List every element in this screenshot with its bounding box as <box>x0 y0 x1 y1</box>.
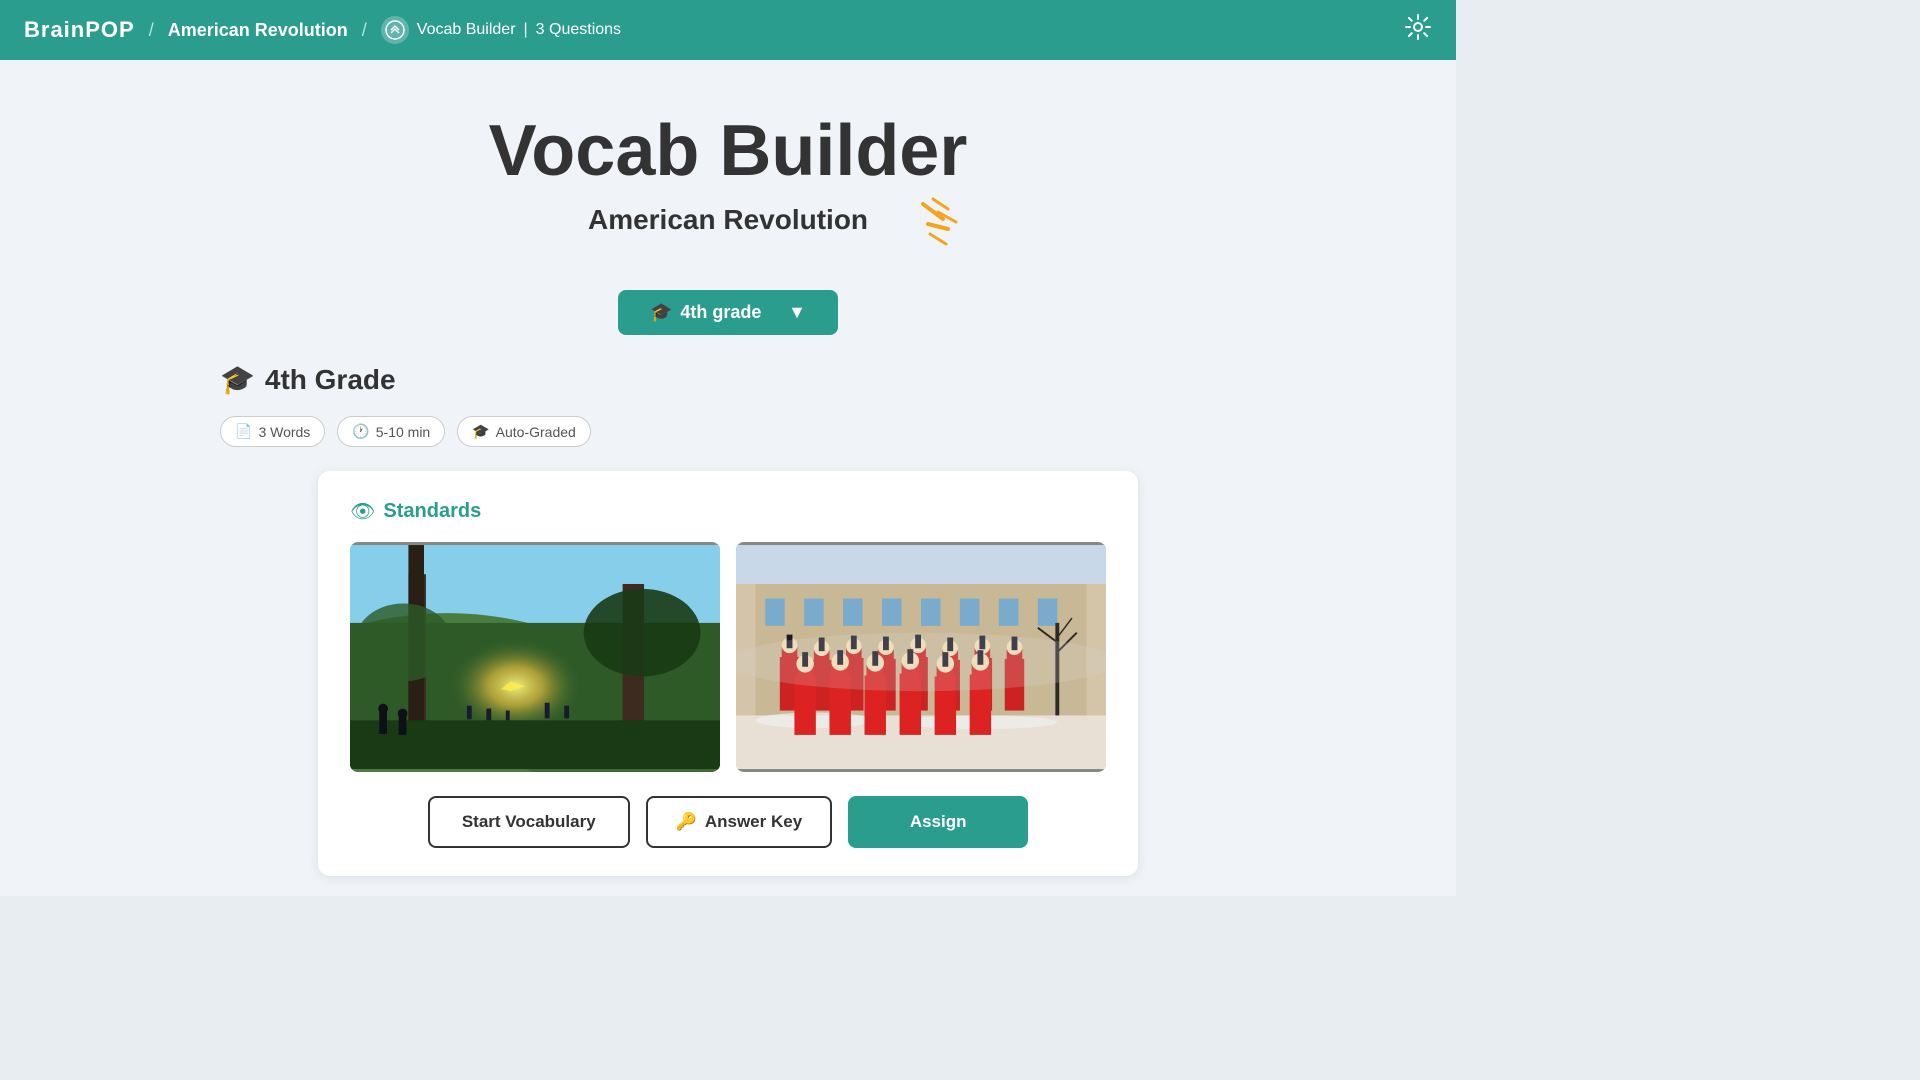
soldiers-scene <box>736 542 1106 772</box>
grade-dropdown[interactable]: 🎓 4th grade ▼ <box>618 290 838 335</box>
clock-icon: 🕐 <box>352 423 369 440</box>
spark-decoration <box>868 194 958 264</box>
answer-key-button[interactable]: 🔑 Answer Key <box>646 796 833 848</box>
assign-button[interactable]: Assign <box>848 796 1028 848</box>
words-badge-label: 3 Words <box>258 424 310 440</box>
settings-icon[interactable] <box>1404 13 1432 48</box>
graded-badge: 🎓 Auto-Graded <box>457 416 591 447</box>
standards-title: Standards <box>383 500 481 523</box>
header: BrainPOP / American Revolution / Vocab B… <box>0 0 1456 60</box>
words-icon: 📄 <box>235 423 252 440</box>
vocab-card: 👁 Standards <box>318 471 1138 876</box>
brainpop-logo[interactable]: BrainPOP <box>24 17 135 43</box>
time-badge-label: 5-10 min <box>376 424 430 440</box>
badges-row: 📄 3 Words 🕐 5-10 min 🎓 Auto-Graded <box>220 416 591 447</box>
answer-key-label: Answer Key <box>705 812 802 832</box>
separator-2: / <box>362 20 367 41</box>
grade-label-left: 🎓 4th grade <box>650 302 761 323</box>
forest-battle-scene <box>350 542 720 772</box>
grade-heading-label: 4th Grade <box>265 364 396 396</box>
breadcrumb-topic[interactable]: American Revolution <box>168 20 348 41</box>
key-icon: 🔑 <box>676 812 697 832</box>
breadcrumb-vocab: Vocab Builder | 3 Questions <box>381 16 621 44</box>
action-buttons: Start Vocabulary 🔑 Answer Key Assign <box>350 796 1106 848</box>
grade-cap-icon: 🎓 <box>220 363 255 396</box>
grade-dropdown-wrapper: 🎓 4th grade ▼ <box>618 290 838 335</box>
chevron-down-icon: ▼ <box>788 302 806 323</box>
eye-icon: 👁 <box>350 499 375 524</box>
main-content: Vocab Builder American Revolution 🎓 4th … <box>0 60 1456 896</box>
page-subtitle: American Revolution <box>588 204 868 236</box>
vocab-builder-icon <box>381 16 409 44</box>
time-badge: 🕐 5-10 min <box>337 416 445 447</box>
grade-dropdown-label: 4th grade <box>680 302 761 323</box>
questions-count: 3 Questions <box>536 21 621 39</box>
pipe-separator: | <box>524 21 528 39</box>
images-row <box>350 542 1106 772</box>
grade-heading: 🎓 4th Grade <box>220 363 396 396</box>
graded-icon: 🎓 <box>472 423 489 440</box>
card-header: 👁 Standards <box>350 499 1106 524</box>
breadcrumb: BrainPOP / American Revolution / Vocab B… <box>24 16 621 44</box>
graded-badge-label: Auto-Graded <box>496 424 576 440</box>
words-badge: 📄 3 Words <box>220 416 325 447</box>
graduation-cap-icon: 🎓 <box>650 302 672 323</box>
start-vocabulary-button[interactable]: Start Vocabulary <box>428 796 630 848</box>
separator-1: / <box>149 20 154 41</box>
vocab-builder-label: Vocab Builder <box>417 21 516 39</box>
page-title: Vocab Builder <box>489 110 968 192</box>
